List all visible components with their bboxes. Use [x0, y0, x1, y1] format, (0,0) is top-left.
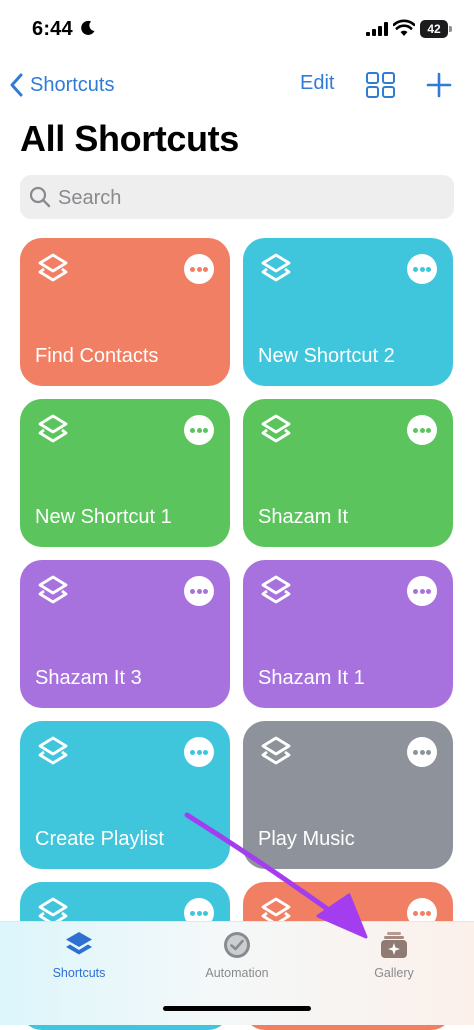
battery-level: 42 — [427, 22, 441, 36]
shortcut-name: Shazam It 3 — [35, 667, 142, 689]
shortcut-card[interactable]: Create Playlist — [20, 721, 230, 869]
shortcut-layers-icon — [38, 253, 68, 282]
shortcut-layers-icon — [261, 414, 291, 443]
shortcut-layers-icon — [261, 736, 291, 765]
gallery-icon — [381, 932, 407, 958]
clock-icon — [224, 932, 250, 958]
shortcut-layers-icon — [38, 575, 68, 604]
back-button[interactable]: Shortcuts — [10, 70, 114, 100]
tab-gallery[interactable]: Gallery — [334, 930, 454, 990]
shortcut-card[interactable]: Find Contacts — [20, 238, 230, 386]
layers-icon — [66, 932, 92, 955]
shortcut-layers-icon — [38, 414, 68, 443]
shortcut-name: Shazam It 1 — [258, 667, 365, 689]
page-title: All Shortcuts — [20, 118, 239, 159]
shortcut-name: Create Playlist — [35, 828, 164, 850]
back-label: Shortcuts — [30, 73, 115, 96]
shortcut-card[interactable]: Shazam It 1 — [243, 560, 453, 708]
status-bar: 6:44 42 — [0, 0, 474, 60]
search-icon — [29, 186, 51, 208]
edit-button[interactable]: Edit — [300, 72, 334, 95]
tab-label: Automation — [205, 966, 269, 980]
shortcut-name: New Shortcut 1 — [35, 506, 172, 528]
shortcut-name: Find Contacts — [35, 345, 159, 367]
shortcut-layers-icon — [261, 575, 291, 604]
more-options-button[interactable] — [407, 576, 437, 606]
shortcut-card[interactable]: Shazam It 3 — [20, 560, 230, 708]
tab-shortcuts[interactable]: Shortcuts — [19, 930, 139, 990]
add-icon[interactable] — [426, 70, 452, 100]
tab-label: Shortcuts — [52, 966, 106, 980]
more-options-button[interactable] — [184, 576, 214, 606]
shortcut-name: Play Music — [258, 828, 355, 850]
more-options-button[interactable] — [184, 254, 214, 284]
moon-icon — [81, 20, 95, 35]
cellular-signal-icon — [366, 22, 388, 36]
search-bar[interactable] — [20, 175, 454, 221]
more-options-button[interactable] — [184, 737, 214, 767]
shortcut-card[interactable]: New Shortcut 2 — [243, 238, 453, 386]
shortcut-card[interactable]: Play Music — [243, 721, 453, 869]
shortcut-name: Shazam It — [258, 506, 349, 528]
shortcut-layers-icon — [261, 253, 291, 282]
tab-label: Gallery — [374, 966, 414, 980]
more-options-button[interactable] — [184, 415, 214, 445]
grid-view-icon[interactable] — [366, 72, 396, 98]
more-options-button[interactable] — [407, 415, 437, 445]
status-time: 6:44 — [32, 18, 73, 40]
tab-automation[interactable]: Automation — [177, 930, 297, 990]
wifi-icon — [393, 19, 415, 36]
battery-icon: 42 — [420, 20, 452, 38]
more-options-button[interactable] — [407, 737, 437, 767]
shortcut-layers-icon — [38, 736, 68, 765]
home-indicator[interactable] — [163, 1006, 311, 1011]
search-input[interactable] — [56, 175, 440, 221]
shortcut-card[interactable]: New Shortcut 1 — [20, 399, 230, 547]
shortcut-name: New Shortcut 2 — [258, 345, 395, 367]
chevron-left-icon — [10, 73, 23, 97]
shortcut-card[interactable]: Shazam It — [243, 399, 453, 547]
more-options-button[interactable] — [407, 254, 437, 284]
